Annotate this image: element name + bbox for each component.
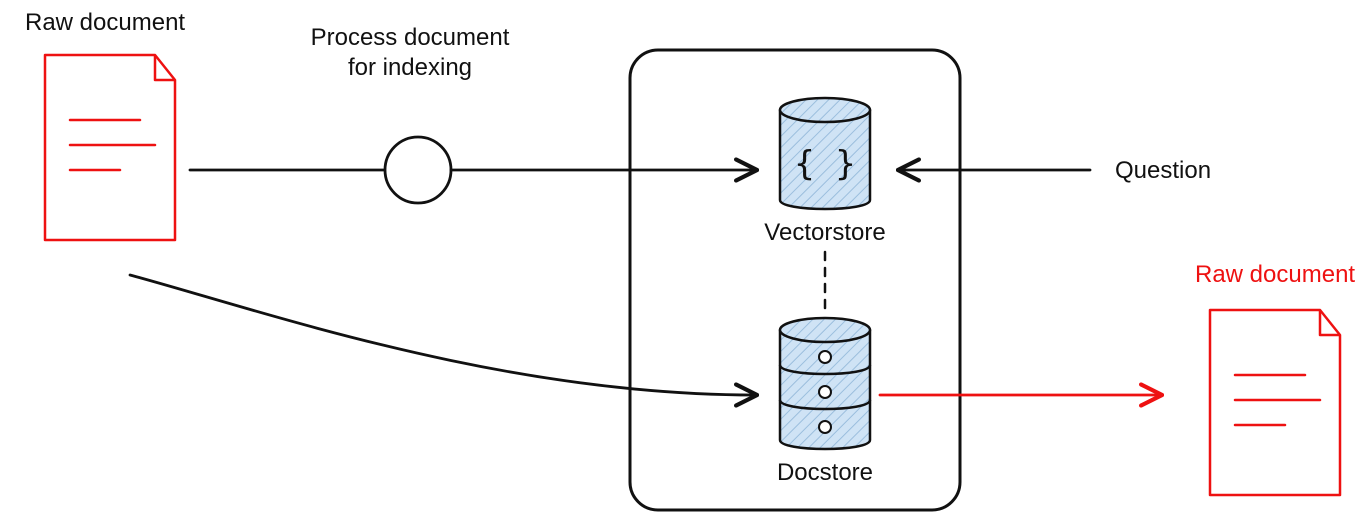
document-icon-right: [1210, 310, 1340, 495]
question-label: Question: [1115, 157, 1211, 184]
vectorstore-label: Vectorstore: [764, 219, 885, 246]
process-document-label-line2: for indexing: [348, 54, 472, 81]
docstore-icon: [780, 318, 870, 449]
process-node-icon: [385, 137, 451, 203]
document-icon-left: [45, 55, 175, 240]
raw-document-left-label: Raw document: [25, 9, 185, 36]
docstore-label: Docstore: [777, 459, 873, 486]
process-document-label-line1: Process document: [311, 24, 510, 51]
vectorstore-glyph: { }: [794, 144, 855, 184]
diagram-canvas: Raw document Process document for indexi…: [0, 0, 1364, 524]
vectorstore-icon: { }: [780, 98, 870, 209]
raw-to-docstore-arrow: [130, 275, 755, 395]
raw-document-right-label: Raw document: [1195, 261, 1355, 288]
